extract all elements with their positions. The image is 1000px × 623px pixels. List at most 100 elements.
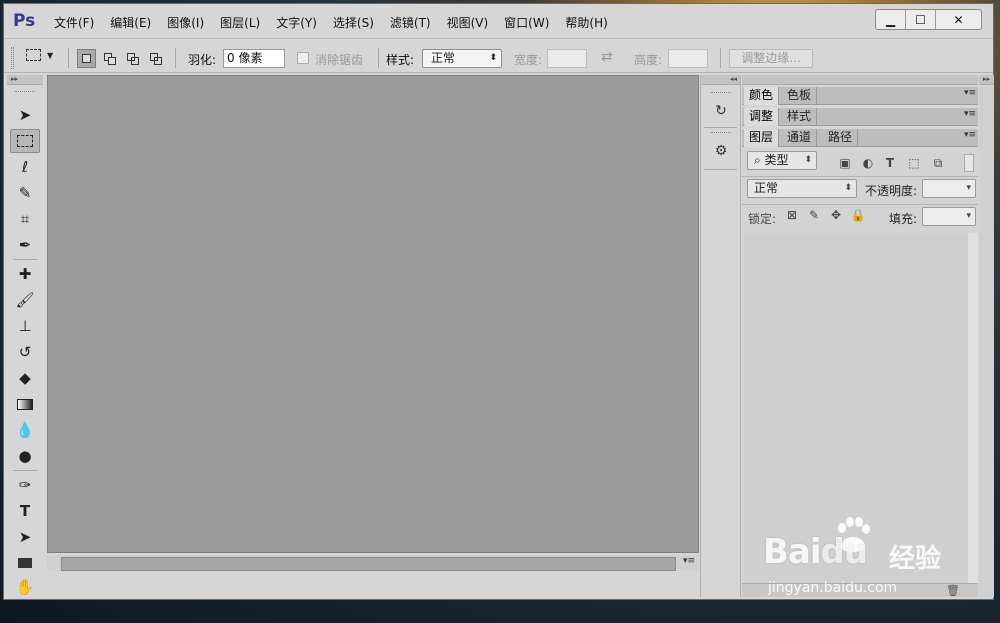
blend-mode-select[interactable]: 正常 ⬍: [747, 179, 857, 198]
menu-image[interactable]: 图像(I): [159, 16, 212, 30]
move-tool-icon[interactable]: ➤: [10, 103, 40, 127]
menu-help[interactable]: 帮助(H): [557, 16, 615, 30]
healing-brush-tool-icon[interactable]: ✚: [10, 262, 40, 286]
filter-kind-select[interactable]: ⌕ 类型 ⬍: [747, 151, 817, 170]
watermark-logo-text: Baidu: [763, 532, 868, 572]
history-brush-tool-icon[interactable]: ↺: [10, 340, 40, 364]
grip-handle[interactable]: [11, 47, 14, 69]
pen-tool-icon[interactable]: ✑: [10, 473, 40, 497]
new-selection-button[interactable]: [77, 49, 96, 68]
add-selection-icon: [103, 52, 116, 65]
opacity-label: 不透明度:: [865, 184, 918, 198]
smart-object-filter-icon[interactable]: ⧉: [930, 155, 946, 171]
tab-swatches[interactable]: 色板: [782, 87, 818, 105]
fill-input[interactable]: ▾: [922, 207, 976, 226]
document-status-area: ▾≡: [47, 555, 699, 571]
tab-color[interactable]: 颜色: [744, 87, 780, 105]
photoshop-window: Ps 文件(F) 编辑(E) 图像(I) 图层(L) 文字(Y) 选择(S) 滤…: [3, 3, 994, 600]
style-select[interactable]: 正常 ⬍: [422, 49, 502, 68]
marquee-tool-icon[interactable]: [10, 129, 40, 153]
pixel-filter-icon[interactable]: ▣: [837, 155, 853, 171]
collapse-arrows-icon[interactable]: ◂◂: [701, 75, 740, 85]
maximize-button[interactable]: ☐: [906, 10, 936, 29]
clone-stamp-tool-icon[interactable]: ⊥: [10, 314, 40, 338]
lock-row: 锁定: ⊠ ✎ ✥ 🔒 填充: ▾: [742, 207, 978, 233]
minimize-button[interactable]: ▁: [876, 10, 906, 29]
menu-select[interactable]: 选择(S): [325, 16, 382, 30]
watermark-bai: Bai: [763, 532, 822, 572]
dodge-tool-icon[interactable]: ●: [10, 444, 40, 468]
layers-panel-tabs: 图层 通道 路径 ▾≡: [742, 129, 978, 147]
panel-menu-icon[interactable]: ▾≡: [964, 130, 976, 140]
lock-position-icon[interactable]: ✥: [828, 207, 844, 223]
subtract-selection-button[interactable]: [123, 49, 142, 68]
menu-view[interactable]: 视图(V): [439, 16, 497, 30]
tab-layers[interactable]: 图层: [744, 129, 780, 147]
toolbox-grip[interactable]: [15, 91, 35, 93]
lock-all-icon[interactable]: 🔒: [850, 207, 866, 223]
color-panel-tabs: 颜色 色板 ▾≡: [742, 87, 978, 105]
anti-alias-checkbox[interactable]: [297, 52, 309, 64]
menu-file[interactable]: 文件(F): [46, 16, 102, 30]
refine-edge-button[interactable]: 调整边缘...: [729, 49, 813, 68]
title-bar: Ps 文件(F) 编辑(E) 图像(I) 图层(L) 文字(Y) 选择(S) 滤…: [4, 4, 993, 37]
feather-input[interactable]: 0 像素: [223, 49, 285, 68]
fill-label: 填充:: [889, 212, 918, 226]
menu-edit[interactable]: 编辑(E): [102, 16, 159, 30]
filter-kind-value: 类型: [764, 153, 789, 167]
properties-panel-icon[interactable]: ⚙: [706, 137, 736, 165]
dock-grip-2[interactable]: [711, 132, 731, 133]
path-select-tool-icon[interactable]: ➤: [10, 525, 40, 549]
eyedropper-tool-icon[interactable]: ✒: [10, 233, 40, 257]
tab-adjustments[interactable]: 调整: [744, 108, 780, 126]
menu-type[interactable]: 文字(Y): [268, 16, 325, 30]
toolbox: ▸▸ ➤ ℓ ✎ ⌗ ✒ ✚ 🖌 ⊥ ↺ ◆ 💧 ● ✑ T ➤ ✋: [7, 75, 43, 597]
feather-label: 羽化:: [188, 53, 217, 67]
height-input[interactable]: [668, 49, 708, 68]
menu-filter[interactable]: 滤镜(T): [382, 16, 439, 30]
width-label: 宽度:: [514, 53, 543, 67]
panel-menu-icon[interactable]: ▾≡: [964, 88, 976, 98]
swap-icon[interactable]: ⇄: [601, 49, 613, 65]
eraser-tool-icon[interactable]: ◆: [10, 366, 40, 390]
crop-tool-icon[interactable]: ⌗: [10, 207, 40, 231]
shape-filter-icon[interactable]: ⬚: [906, 155, 922, 171]
type-filter-icon[interactable]: T: [882, 155, 898, 171]
menu-layer[interactable]: 图层(L): [212, 16, 268, 30]
lasso-tool-icon[interactable]: ℓ: [10, 155, 40, 179]
gradient-tool-icon[interactable]: [10, 392, 40, 416]
hand-tool-icon[interactable]: ✋: [10, 575, 40, 599]
blur-tool-icon[interactable]: 💧: [10, 418, 40, 442]
tool-preset-picker[interactable]: ▼: [26, 49, 53, 61]
intersect-selection-icon: [149, 52, 162, 65]
layer-filter-row: ⌕ 类型 ⬍ ▣ ◐ T ⬚ ⧉: [742, 151, 978, 177]
tab-paths[interactable]: 路径: [823, 129, 859, 147]
anti-alias-label: 消除锯齿: [315, 53, 364, 67]
menu-window[interactable]: 窗口(W): [496, 16, 557, 30]
dock-grip[interactable]: [711, 92, 731, 93]
filter-toggle[interactable]: [964, 154, 974, 172]
add-selection-button[interactable]: [100, 49, 119, 68]
lock-image-icon[interactable]: ✎: [806, 207, 822, 223]
tab-channels[interactable]: 通道: [782, 129, 818, 147]
type-tool-icon[interactable]: T: [10, 499, 40, 523]
close-button[interactable]: ✕: [936, 10, 981, 29]
chevron-down-icon: ▼: [47, 50, 54, 60]
adjustment-filter-icon[interactable]: ◐: [860, 155, 876, 171]
watermark-url: jingyan.baidu.com: [768, 580, 898, 596]
document-canvas-area[interactable]: [47, 75, 699, 553]
status-menu-icon[interactable]: ▾≡: [683, 556, 695, 566]
history-panel-icon[interactable]: ↻: [706, 97, 736, 125]
toolbox-header[interactable]: ▸▸: [7, 75, 43, 85]
expand-arrows-icon[interactable]: ▸▸: [979, 75, 994, 85]
width-input[interactable]: [547, 49, 587, 68]
lock-transparent-icon[interactable]: ⊠: [784, 207, 800, 223]
intersect-selection-button[interactable]: [146, 49, 165, 68]
panel-menu-icon[interactable]: ▾≡: [964, 109, 976, 119]
quick-select-tool-icon[interactable]: ✎: [10, 181, 40, 205]
rectangle-tool-icon[interactable]: [10, 551, 40, 575]
tab-styles[interactable]: 样式: [782, 108, 818, 126]
search-icon: ⌕: [754, 153, 765, 167]
opacity-input[interactable]: ▾: [922, 179, 976, 198]
brush-tool-icon[interactable]: 🖌: [10, 288, 40, 312]
